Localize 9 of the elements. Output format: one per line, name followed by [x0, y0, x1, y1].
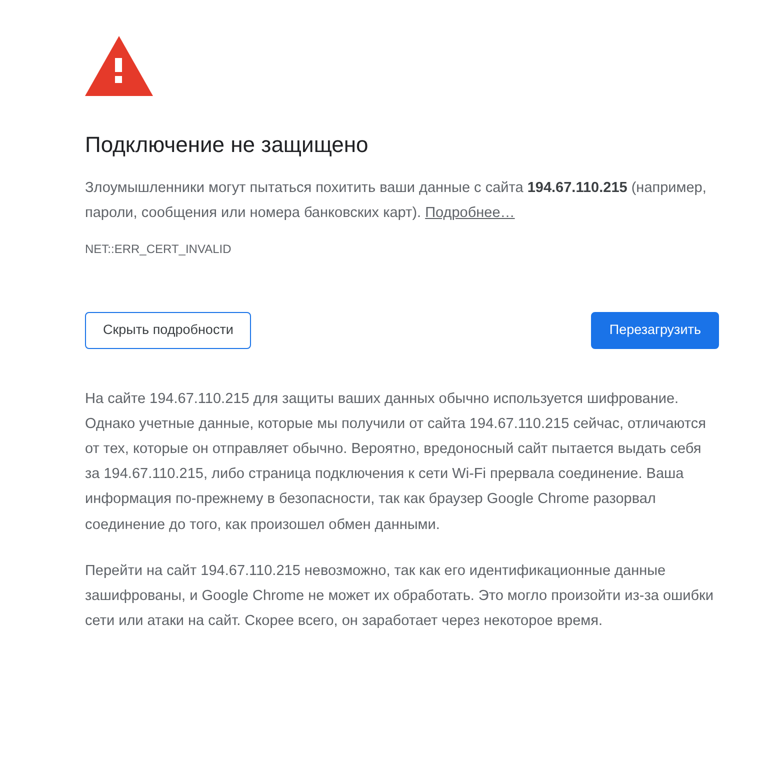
hide-details-button[interactable]: Скрыть подробности	[85, 312, 252, 349]
details-paragraph: Перейти на сайт 194.67.110.215 невозможно, так как его идентификационные данные зашифрованы, и Google Chrome не может их обработать. Это могло произойти из-за ошибки сети или атаки на сайт. Скорее всего, он заработает через некоторое время.	[85, 562, 715, 632]
page-title: Подключение не защищено	[85, 132, 370, 158]
warning-icon	[85, 36, 153, 96]
warning-text: Злоумышленники могут пытаться похитить ваши данные с сайта 194.67.110.215 (например, пароли, сообщения или номера банковских карт). Подробнее…	[85, 179, 708, 224]
details-paragraph: На сайте 194.67.110.215 для защиты ваших данных обычно используется шифрование. Однако учетные данные, которые мы получили от сайта 194.67.110.215 сейчас, отличаются от тех, которые он отправляет обычно. Вероятно, вредоносный сайт пытается выдать себя за 194.67.110.215, либо страница подключения к сети Wi-Fi прервала соединение. Ваша информация по-прежнему в безопасности, так как браузер Google Chrome разорвал соединение до того, как произошел обмен данными.	[85, 390, 707, 535]
reload-button[interactable]: Перезагрузить	[591, 312, 719, 349]
error-code: NET::ERR_CERT_INVALID	[85, 241, 232, 258]
details-link[interactable]: Подробнее…	[425, 205, 515, 222]
